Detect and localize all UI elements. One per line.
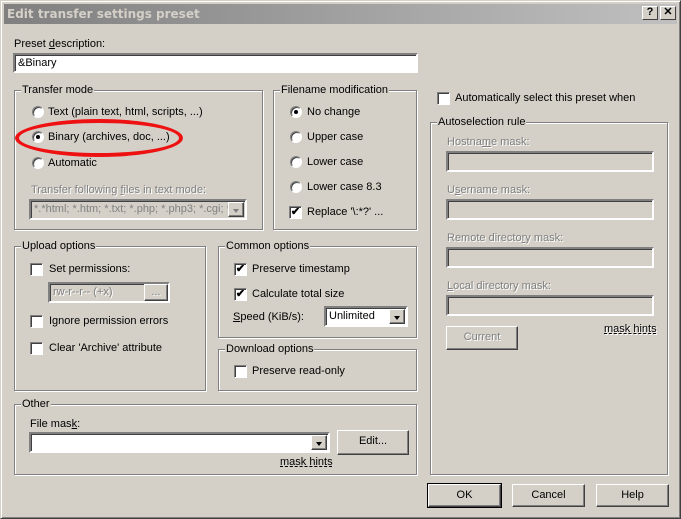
radio-automatic-mode-label[interactable]: Automatic <box>48 157 97 170</box>
permissions-button: ... <box>144 284 168 301</box>
help-title-button[interactable]: ? <box>642 6 658 20</box>
dialog-window: Edit transfer settings preset ? ✕ Preset… <box>0 0 681 519</box>
current-button: Current <box>446 326 518 350</box>
checkbox-clear-archive-label[interactable]: Clear 'Archive' attribute <box>49 342 162 355</box>
file-mask-combo[interactable] <box>29 432 330 453</box>
radio-text-mode-label[interactable]: Text (plain text, html, scripts, ...) <box>48 106 203 119</box>
radio-lower-case[interactable] <box>290 156 302 168</box>
checkbox-set-permissions-label[interactable]: Set permissions: <box>49 263 130 276</box>
text-mode-files-value: *.*html; *.htm; *.txt; *.php; *.php3; *.… <box>34 203 240 215</box>
window-title: Edit transfer settings preset <box>7 7 200 21</box>
checkbox-calculate-total-size[interactable]: ✔ <box>234 288 247 301</box>
checkbox-autoselect[interactable] <box>437 92 450 105</box>
speed-label: Speed (KiB/s): <box>233 311 304 323</box>
radio-upper-case-label[interactable]: Upper case <box>307 131 363 144</box>
other-mask-hints-link[interactable]: mask hints <box>280 456 333 469</box>
checkbox-ignore-permission-errors-label[interactable]: Ignore permission errors <box>49 315 168 328</box>
remote-directory-mask-label: Remote directory mask: <box>447 232 564 244</box>
radio-text-mode[interactable] <box>32 106 44 118</box>
preset-description-label: Preset description: <box>14 38 106 50</box>
download-options-title: Download options <box>225 342 315 356</box>
checkbox-preserve-timestamp-label[interactable]: Preserve timestamp <box>252 263 350 276</box>
preset-description-input[interactable]: &Binary <box>13 53 418 73</box>
radio-lower-case-83[interactable] <box>290 181 302 193</box>
radio-automatic-mode[interactable] <box>32 157 44 169</box>
remote-directory-mask-input <box>446 247 654 268</box>
file-mask-label: File mask: <box>30 418 81 430</box>
checkbox-preserve-timestamp[interactable]: ✔ <box>234 263 247 276</box>
local-directory-mask-label: Local directory mask: <box>447 280 551 292</box>
checkbox-set-permissions[interactable] <box>30 263 43 276</box>
radio-no-change[interactable] <box>290 106 302 118</box>
autoselect-mask-hints-link[interactable]: mask hints <box>604 323 657 336</box>
checkbox-autoselect-label[interactable]: Automatically select this preset when <box>455 92 635 105</box>
radio-lower-case-83-label[interactable]: Lower case 8.3 <box>307 181 382 194</box>
ok-button[interactable]: OK <box>427 483 502 508</box>
hostname-mask-input <box>446 151 654 172</box>
common-options-title: Common options <box>225 239 311 253</box>
upload-options-title: Upload options <box>21 239 97 253</box>
edit-file-mask-button[interactable]: Edit... <box>337 430 409 455</box>
text-mode-files-combo: *.*html; *.htm; *.txt; *.php; *.php3; *.… <box>29 199 247 220</box>
speed-value: Unlimited <box>329 310 375 322</box>
local-directory-mask-input <box>446 295 654 316</box>
checkbox-ignore-permission-errors[interactable] <box>30 315 43 328</box>
speed-combo[interactable]: Unlimited <box>324 306 408 327</box>
radio-lower-case-label[interactable]: Lower case <box>307 156 363 169</box>
cancel-button[interactable]: Cancel <box>512 484 585 507</box>
checkbox-calculate-total-size-label[interactable]: Calculate total size <box>252 288 344 301</box>
username-mask-label: Username mask: <box>447 184 531 196</box>
checkbox-clear-archive[interactable] <box>30 342 43 355</box>
close-icon[interactable]: ✕ <box>660 6 676 20</box>
chevron-down-icon[interactable] <box>311 435 327 450</box>
autoselection-rule-title: Autoselection rule <box>437 115 527 129</box>
text-mode-files-label: Transfer following files in text mode: <box>31 184 207 196</box>
other-title: Other <box>21 397 51 411</box>
checkbox-replace-chars[interactable]: ✔ <box>289 206 302 219</box>
username-mask-input <box>446 199 654 220</box>
title-bar: Edit transfer settings preset <box>4 4 677 24</box>
radio-no-change-label[interactable]: No change <box>307 106 360 119</box>
checkbox-replace-chars-label[interactable]: Replace '\:*?' ... <box>307 206 383 219</box>
hostname-mask-label: Hostname mask: <box>447 136 530 148</box>
help-button[interactable]: Help <box>596 484 669 507</box>
chevron-down-icon[interactable] <box>389 309 405 324</box>
chevron-down-icon <box>228 202 244 217</box>
checkbox-preserve-readonly[interactable] <box>234 365 247 378</box>
transfer-mode-title: Transfer mode <box>21 83 95 97</box>
red-annotation-ellipse <box>15 119 183 157</box>
filename-modification-title: Filename modification <box>280 83 389 97</box>
radio-upper-case[interactable] <box>290 131 302 143</box>
checkbox-preserve-readonly-label[interactable]: Preserve read-only <box>252 365 345 378</box>
